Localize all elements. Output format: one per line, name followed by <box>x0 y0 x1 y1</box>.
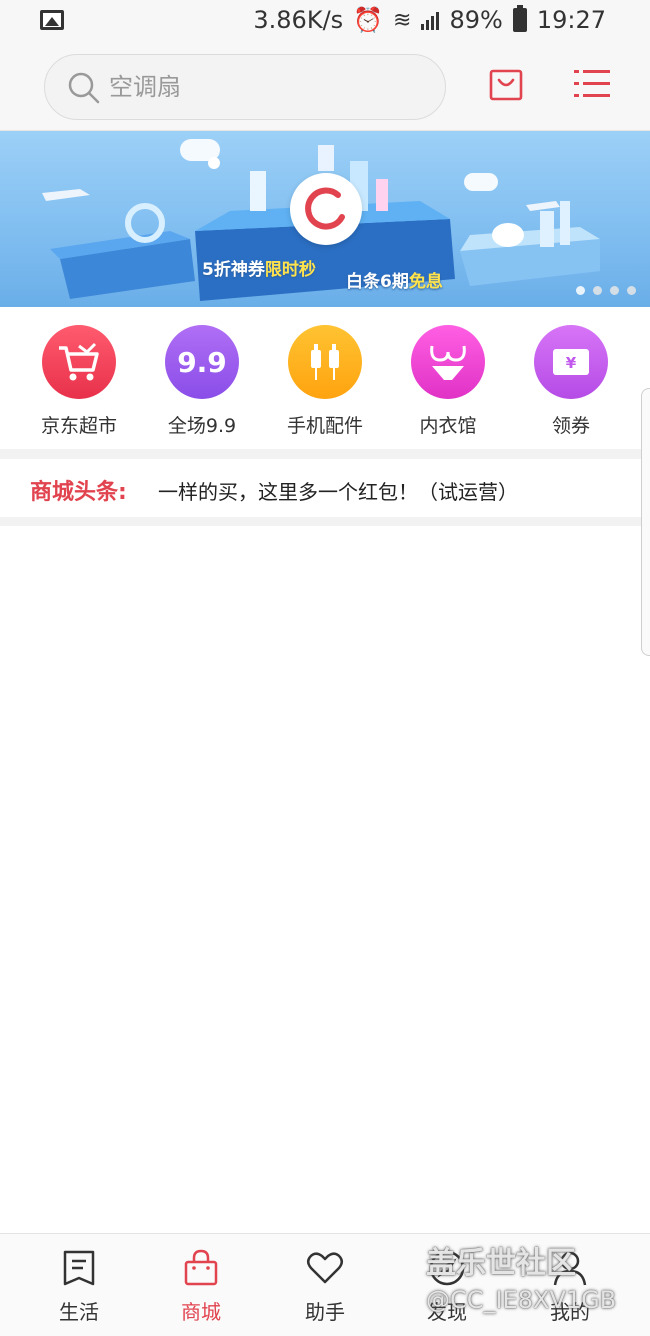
status-indicators: 3.86K/s ⏰ ≋ 89% 19:27 <box>253 5 606 34</box>
loading-icon <box>305 187 345 230</box>
shopping-bag-icon <box>184 1249 218 1286</box>
network-speed: 3.86K/s <box>253 6 344 34</box>
bookmark-icon <box>63 1250 95 1286</box>
pagination-dot[interactable] <box>610 286 619 295</box>
section-divider <box>0 449 650 459</box>
category-jd-supermarket[interactable]: 京东超市 <box>19 325 139 438</box>
edge-panel-handle[interactable] <box>641 388 650 656</box>
pagination-dot[interactable] <box>593 286 602 295</box>
watermark-handle: @CC_IE8XV1GB <box>426 1286 617 1314</box>
heart-icon <box>307 1252 343 1284</box>
cable-icon <box>288 325 362 399</box>
battery-icon <box>512 5 527 32</box>
nav-label: 助手 <box>305 1300 345 1324</box>
nav-label: 生活 <box>59 1300 99 1324</box>
category-label: 京东超市 <box>40 415 117 437</box>
search-input[interactable] <box>109 69 429 105</box>
category-label: 手机配件 <box>286 415 363 437</box>
headline-title: 商城头条: <box>30 480 127 505</box>
nav-assistant[interactable]: 助手 <box>270 1248 380 1325</box>
nav-life[interactable]: 生活 <box>24 1248 134 1325</box>
category-phone-accessories[interactable]: 手机配件 <box>265 325 385 438</box>
category-coupons[interactable]: ¥ 领券 <box>511 325 631 438</box>
nav-mall[interactable]: 商城 <box>146 1248 256 1325</box>
list-menu-icon[interactable] <box>574 68 610 100</box>
coupon-icon: ¥ <box>534 325 608 399</box>
category-label: 内衣馆 <box>419 415 477 437</box>
banner-pagination <box>576 286 636 295</box>
battery-percent: 89% <box>449 6 503 34</box>
shopping-bag-icon[interactable] <box>488 66 524 102</box>
promo-right-text: 白条6期免息 <box>346 272 443 292</box>
section-divider <box>0 517 650 526</box>
promo-left-text: 5折神券限时秒 <box>202 260 316 280</box>
clock: 19:27 <box>536 6 606 34</box>
nav-label: 商城 <box>181 1300 221 1324</box>
promo-banner[interactable]: 5折神券限时秒 白条6期免息 <box>0 131 650 307</box>
category-lingerie[interactable]: 内衣馆 <box>388 325 508 438</box>
category-all-9-9[interactable]: 9.9 全场9.9 <box>142 325 262 438</box>
svg-text:¥: ¥ <box>566 354 577 372</box>
category-grid: 京东超市 9.9 全场9.9 手机配件 内衣馆 ¥ 领券 <box>0 307 650 449</box>
pagination-dot[interactable] <box>576 286 585 295</box>
pagination-dot[interactable] <box>627 286 636 295</box>
wifi-icon: ≋ <box>393 7 412 33</box>
category-label: 领券 <box>551 415 590 437</box>
alarm-icon: ⏰ <box>353 6 384 34</box>
category-label: 全场9.9 <box>167 415 237 437</box>
gallery-notification-icon <box>40 10 64 30</box>
search-icon <box>68 72 100 104</box>
lingerie-icon <box>411 325 485 399</box>
cart-icon <box>42 325 116 399</box>
loading-spinner <box>290 173 362 245</box>
search-box[interactable] <box>44 54 446 120</box>
status-bar: 3.86K/s ⏰ ≋ 89% 19:27 <box>0 0 650 44</box>
headline-text[interactable]: 一样的买，这里多一个红包！（试运营） <box>158 476 518 505</box>
price-9-9-icon: 9.9 <box>165 325 239 399</box>
top-header <box>0 44 650 131</box>
watermark-title: 盖乐世社区 <box>426 1246 576 1281</box>
signal-icon <box>421 10 440 30</box>
mall-headlines[interactable]: 商城头条: 一样的买，这里多一个红包！（试运营） <box>0 459 650 517</box>
